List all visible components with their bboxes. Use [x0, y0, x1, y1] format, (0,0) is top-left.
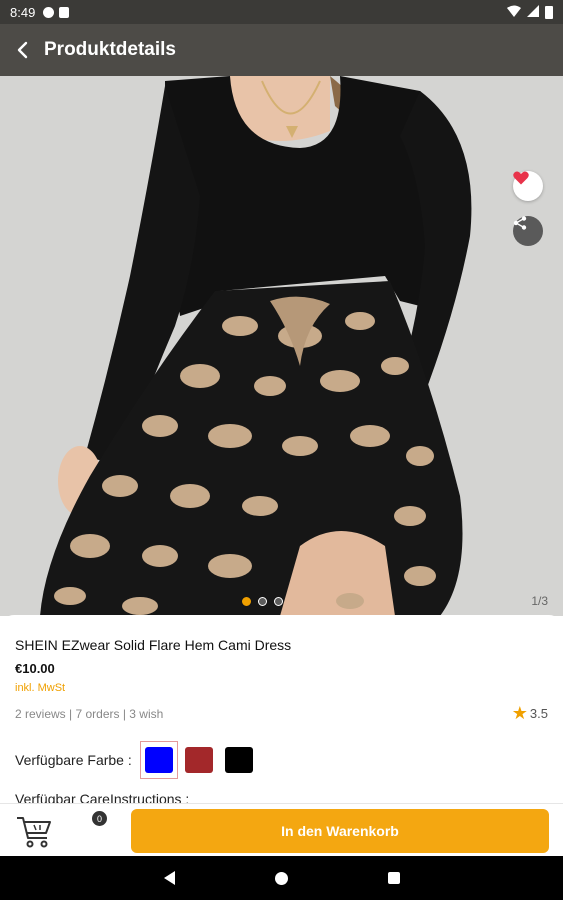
nav-recents-icon[interactable] [387, 872, 400, 884]
bottom-action-bar: 0 In den Warenkorb [0, 803, 563, 856]
add-to-cart-button[interactable]: In den Warenkorb [131, 809, 549, 853]
product-stats-row: 2 reviews | 7 orders | 3 wish ★ 3.5 [15, 703, 548, 724]
color-swatch-red[interactable] [180, 741, 218, 779]
product-image-gallery[interactable] [0, 76, 563, 616]
image-counter: 1/3 [531, 594, 548, 608]
carousel-dots [242, 597, 283, 606]
color-swatch-fill [144, 747, 173, 773]
color-swatch-black[interactable] [220, 741, 258, 779]
heart-icon [513, 171, 529, 185]
battery-icon [545, 5, 553, 19]
nav-home-icon[interactable] [274, 871, 288, 885]
notification-icon [43, 6, 55, 18]
favorite-button[interactable] [513, 171, 543, 201]
cart-button[interactable] [14, 812, 54, 850]
app-bar: Produktdetails [0, 24, 563, 76]
color-swatch-fill [224, 747, 253, 773]
product-info-panel: SHEIN EZwear Solid Flare Hem Cami Dress … [0, 615, 563, 807]
back-button[interactable] [2, 24, 42, 76]
sim-card-icon [59, 6, 70, 18]
share-icon [513, 216, 527, 230]
star-icon: ★ [511, 703, 528, 723]
tax-note: inkl. MwSt [15, 682, 66, 694]
product-price: €10.00 [15, 661, 55, 676]
cart-count-badge: 0 [92, 811, 107, 826]
status-bar: 8:49 [0, 0, 563, 24]
wifi-icon [507, 5, 521, 20]
color-label: Verfügbare Farbe : [15, 752, 132, 768]
status-time: 8:49 [10, 4, 36, 20]
carousel-dot[interactable] [274, 597, 283, 606]
carousel-dot[interactable] [242, 597, 251, 606]
color-selector: Verfügbare Farbe : [15, 741, 548, 779]
system-nav-bar [0, 856, 563, 900]
nav-back-icon[interactable] [163, 871, 175, 885]
color-swatch-blue[interactable] [139, 741, 178, 779]
signal-icon [527, 4, 539, 20]
share-button[interactable] [513, 216, 543, 246]
product-rating[interactable]: ★ 3.5 [512, 703, 548, 724]
product-stats: 2 reviews | 7 orders | 3 wish [15, 706, 164, 721]
back-arrow-icon [17, 41, 28, 59]
rating-value: 3.5 [529, 706, 548, 721]
cart-icon [17, 817, 51, 848]
page-title: Produktdetails [44, 39, 176, 60]
product-title: SHEIN EZwear Solid Flare Hem Cami Dress [15, 637, 292, 653]
product-photo [0, 76, 563, 616]
color-swatch-fill [184, 747, 213, 773]
carousel-dot[interactable] [258, 597, 267, 606]
